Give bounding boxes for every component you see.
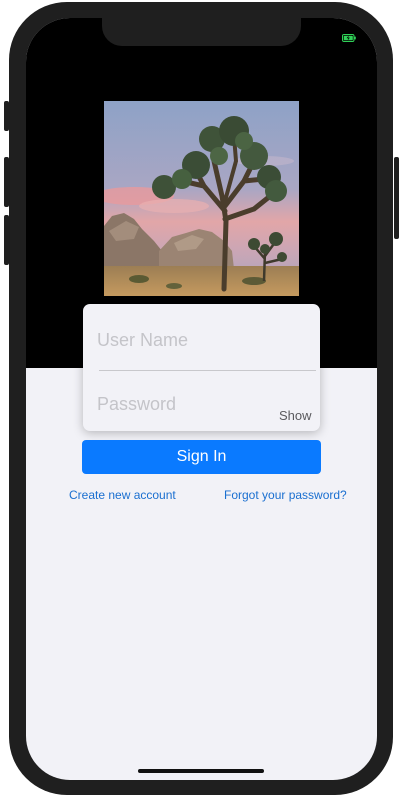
joshua-tree-photo — [104, 101, 299, 296]
device-notch — [102, 18, 301, 46]
create-account-link[interactable]: Create new account — [69, 488, 176, 502]
mute-switch — [4, 101, 9, 131]
power-button — [394, 157, 399, 239]
field-divider — [99, 370, 316, 371]
landscape-illustration — [104, 101, 299, 296]
login-card: User Name Password Show — [83, 304, 320, 431]
show-password-button[interactable]: Show — [279, 408, 312, 423]
forgot-password-link[interactable]: Forgot your password? — [224, 488, 347, 502]
username-field[interactable]: User Name — [97, 330, 188, 351]
app-screen: User Name Password Show Sign In Create n… — [26, 18, 377, 780]
volume-down-button — [4, 215, 9, 265]
battery-charging-icon — [342, 34, 356, 42]
sign-in-button[interactable]: Sign In — [82, 440, 321, 474]
volume-up-button — [4, 157, 9, 207]
password-field[interactable]: Password — [97, 394, 176, 415]
home-indicator[interactable] — [138, 769, 264, 773]
